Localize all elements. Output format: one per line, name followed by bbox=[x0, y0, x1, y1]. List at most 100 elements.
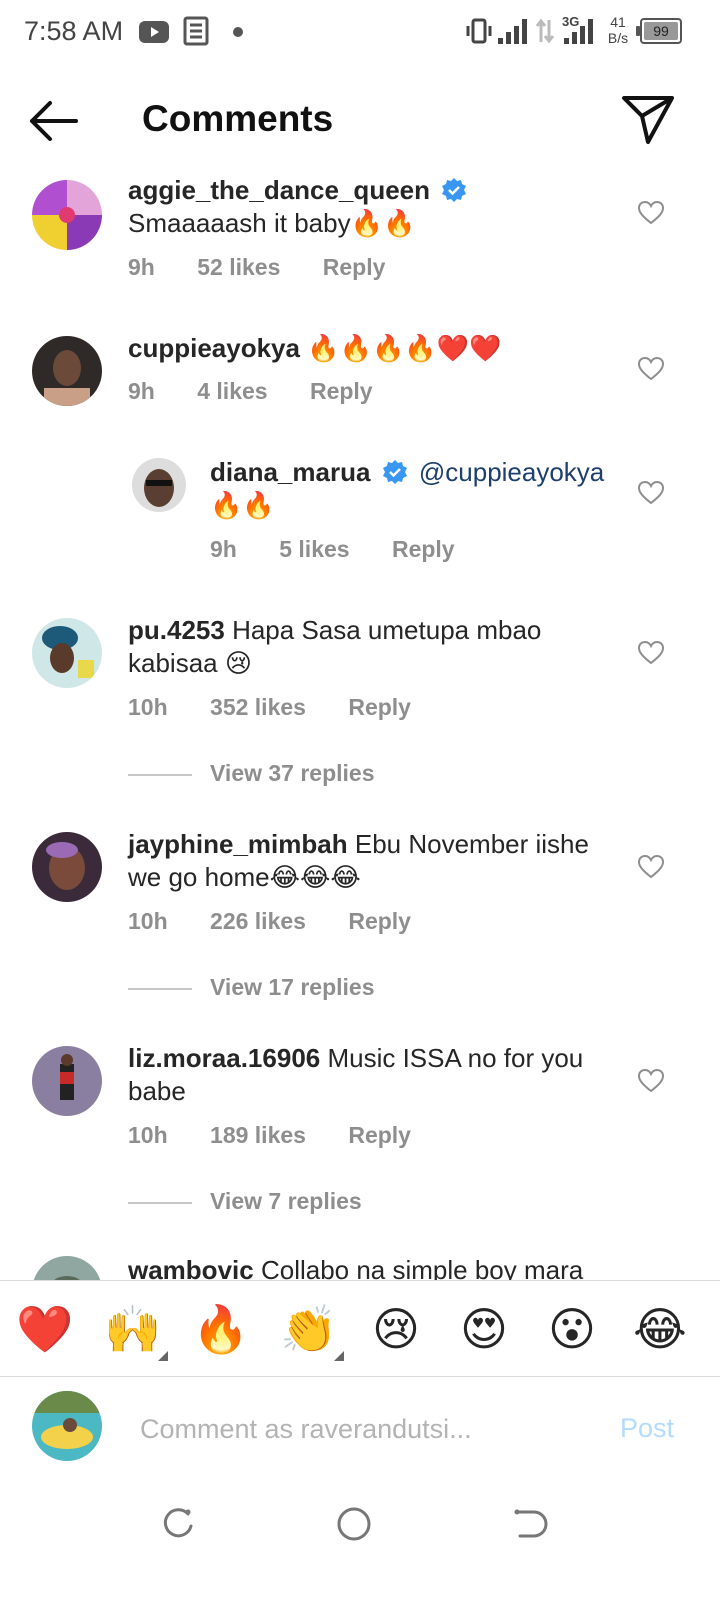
comment-time: 9h bbox=[128, 254, 155, 280]
comment-username[interactable]: jayphine_mimbah bbox=[128, 829, 348, 859]
news-icon bbox=[183, 16, 209, 46]
emoji-surprised-button[interactable]: 😮 bbox=[544, 1301, 600, 1357]
emoji-clap-button[interactable]: 👏 bbox=[280, 1301, 344, 1361]
comment-text-block: liz.moraa.16906 Music ISSA no for you ba… bbox=[128, 1042, 608, 1108]
net-speed-unit: B/s bbox=[607, 30, 629, 46]
comment-meta: 10h 189 likes Reply bbox=[128, 1122, 447, 1149]
emoji-cry-button[interactable]: 😢 bbox=[368, 1301, 424, 1357]
view-replies-label: View 17 replies bbox=[210, 974, 375, 1000]
comment-list[interactable]: aggie_the_dance_queen Smaaaaash it baby🔥… bbox=[0, 170, 720, 1308]
comment-username[interactable]: diana_marua bbox=[210, 457, 370, 487]
data-arrows-icon bbox=[535, 18, 555, 44]
comment-likes[interactable]: 4 likes bbox=[197, 378, 267, 404]
avatar[interactable] bbox=[32, 180, 102, 250]
comment-likes[interactable]: 226 likes bbox=[210, 908, 306, 934]
battery-level: 99 bbox=[644, 22, 678, 40]
reply-button[interactable]: Reply bbox=[310, 378, 373, 404]
comment-username[interactable]: pu.4253 bbox=[128, 615, 225, 645]
avatar[interactable] bbox=[32, 618, 102, 688]
comment-item: pu.4253 Hapa Sasa umetupa mbao kabisaa 😢… bbox=[0, 610, 720, 790]
avatar[interactable] bbox=[32, 832, 102, 902]
mention-link[interactable]: @cuppieayokya bbox=[419, 457, 604, 487]
emoji-raised-hands-button[interactable]: 🙌 bbox=[104, 1301, 168, 1361]
reply-button[interactable]: Reply bbox=[323, 254, 386, 280]
heart-icon[interactable] bbox=[638, 640, 664, 666]
reply-button[interactable]: Reply bbox=[348, 908, 411, 934]
comment-item: cuppieayokya 🔥🔥🔥🔥❤️❤️ 9h 4 likes Reply bbox=[0, 328, 720, 438]
emoji-heart-eyes-button[interactable]: 😍 bbox=[456, 1301, 512, 1357]
emoji-fire-button[interactable]: 🔥 bbox=[192, 1301, 249, 1357]
comment-time: 9h bbox=[128, 378, 155, 404]
comment-username[interactable]: cuppieayokya bbox=[128, 333, 300, 363]
avatar[interactable] bbox=[32, 336, 102, 406]
comment-meta: 10h 352 likes Reply bbox=[128, 694, 447, 721]
emoji-clap: 👏 bbox=[280, 1303, 338, 1355]
skin-tone-indicator bbox=[158, 1351, 168, 1361]
youtube-icon bbox=[139, 21, 169, 43]
reply-item: diana_marua @cuppieayokya 🔥🔥 9h 5 likes … bbox=[0, 452, 720, 582]
view-replies-label: View 37 replies bbox=[210, 760, 375, 786]
comment-likes[interactable]: 5 likes bbox=[279, 536, 349, 562]
skin-tone-indicator bbox=[334, 1351, 344, 1361]
comment-item: aggie_the_dance_queen Smaaaaash it baby🔥… bbox=[0, 170, 720, 320]
verified-badge-icon bbox=[442, 178, 467, 202]
heart-icon[interactable] bbox=[638, 200, 664, 226]
reply-button[interactable]: Reply bbox=[348, 1122, 411, 1148]
comment-meta: 9h 5 likes Reply bbox=[210, 536, 491, 563]
battery-icon: 99 bbox=[636, 18, 682, 44]
header: Comments bbox=[0, 64, 720, 174]
signal-icon bbox=[498, 19, 527, 44]
back-nav-icon[interactable] bbox=[510, 1504, 550, 1544]
avatar[interactable] bbox=[32, 1046, 102, 1116]
comment-username[interactable]: liz.moraa.16906 bbox=[128, 1043, 320, 1073]
comment-meta: 9h 52 likes Reply bbox=[128, 254, 421, 281]
recent-apps-icon[interactable] bbox=[158, 1504, 198, 1544]
post-button[interactable]: Post bbox=[620, 1413, 674, 1444]
status-bar: 7:58 AM 3G 41 B/s 99 bbox=[0, 0, 720, 64]
comment-text-block: diana_marua @cuppieayokya 🔥🔥 bbox=[210, 456, 610, 522]
vibrate-icon bbox=[466, 18, 492, 44]
system-nav-bar bbox=[0, 1480, 720, 1600]
comment-compose: Post bbox=[0, 1376, 720, 1480]
heart-icon[interactable] bbox=[638, 1068, 664, 1094]
comment-text: 🔥🔥 bbox=[210, 490, 275, 520]
comment-likes[interactable]: 189 likes bbox=[210, 1122, 306, 1148]
signal-icon-2 bbox=[564, 19, 593, 44]
emoji-heart-button[interactable]: ❤️ bbox=[16, 1301, 73, 1357]
comment-likes[interactable]: 52 likes bbox=[197, 254, 280, 280]
home-icon[interactable] bbox=[334, 1504, 374, 1544]
back-button[interactable] bbox=[26, 96, 80, 146]
comment-time: 10h bbox=[128, 1122, 168, 1148]
view-replies-button[interactable]: View 17 replies bbox=[128, 974, 428, 1004]
comment-likes[interactable]: 352 likes bbox=[210, 694, 306, 720]
heart-icon[interactable] bbox=[638, 480, 664, 506]
comment-username[interactable]: aggie_the_dance_queen bbox=[128, 175, 430, 205]
reply-button[interactable]: Reply bbox=[348, 694, 411, 720]
heart-icon[interactable] bbox=[638, 356, 664, 382]
comment-input[interactable] bbox=[140, 1407, 580, 1451]
dot-icon bbox=[233, 27, 243, 37]
emoji-laugh-button[interactable]: 😂 bbox=[632, 1301, 688, 1357]
status-time: 7:58 AM bbox=[24, 16, 124, 46]
net-speed-value: 41 bbox=[610, 14, 626, 30]
replies-divider bbox=[128, 774, 192, 776]
comment-text-block: cuppieayokya 🔥🔥🔥🔥❤️❤️ bbox=[128, 332, 608, 365]
avatar[interactable] bbox=[132, 458, 186, 512]
emoji-raised-hands: 🙌 bbox=[104, 1303, 162, 1355]
comment-text-block: jayphine_mimbah Ebu November iishe we go… bbox=[128, 828, 608, 894]
emoji-quick-bar: ❤️ 🙌 🔥 👏 😢 😍 😮 😂 bbox=[0, 1280, 720, 1376]
verified-badge-icon bbox=[382, 460, 407, 484]
view-replies-button[interactable]: View 37 replies bbox=[128, 760, 428, 790]
comment-text: Smaaaaash it baby🔥🔥 bbox=[128, 208, 416, 238]
comment-item: liz.moraa.16906 Music ISSA no for you ba… bbox=[0, 1038, 720, 1218]
heart-icon[interactable] bbox=[638, 854, 664, 880]
replies-divider bbox=[128, 988, 192, 990]
net-speed: 41 B/s bbox=[604, 14, 632, 46]
reply-button[interactable]: Reply bbox=[392, 536, 455, 562]
comment-time: 9h bbox=[210, 536, 237, 562]
view-replies-button[interactable]: View 7 replies bbox=[128, 1188, 428, 1218]
comment-text-block: pu.4253 Hapa Sasa umetupa mbao kabisaa 😢 bbox=[128, 614, 608, 680]
view-replies-label: View 7 replies bbox=[210, 1188, 362, 1214]
my-avatar bbox=[32, 1391, 102, 1461]
send-icon[interactable] bbox=[620, 90, 676, 146]
